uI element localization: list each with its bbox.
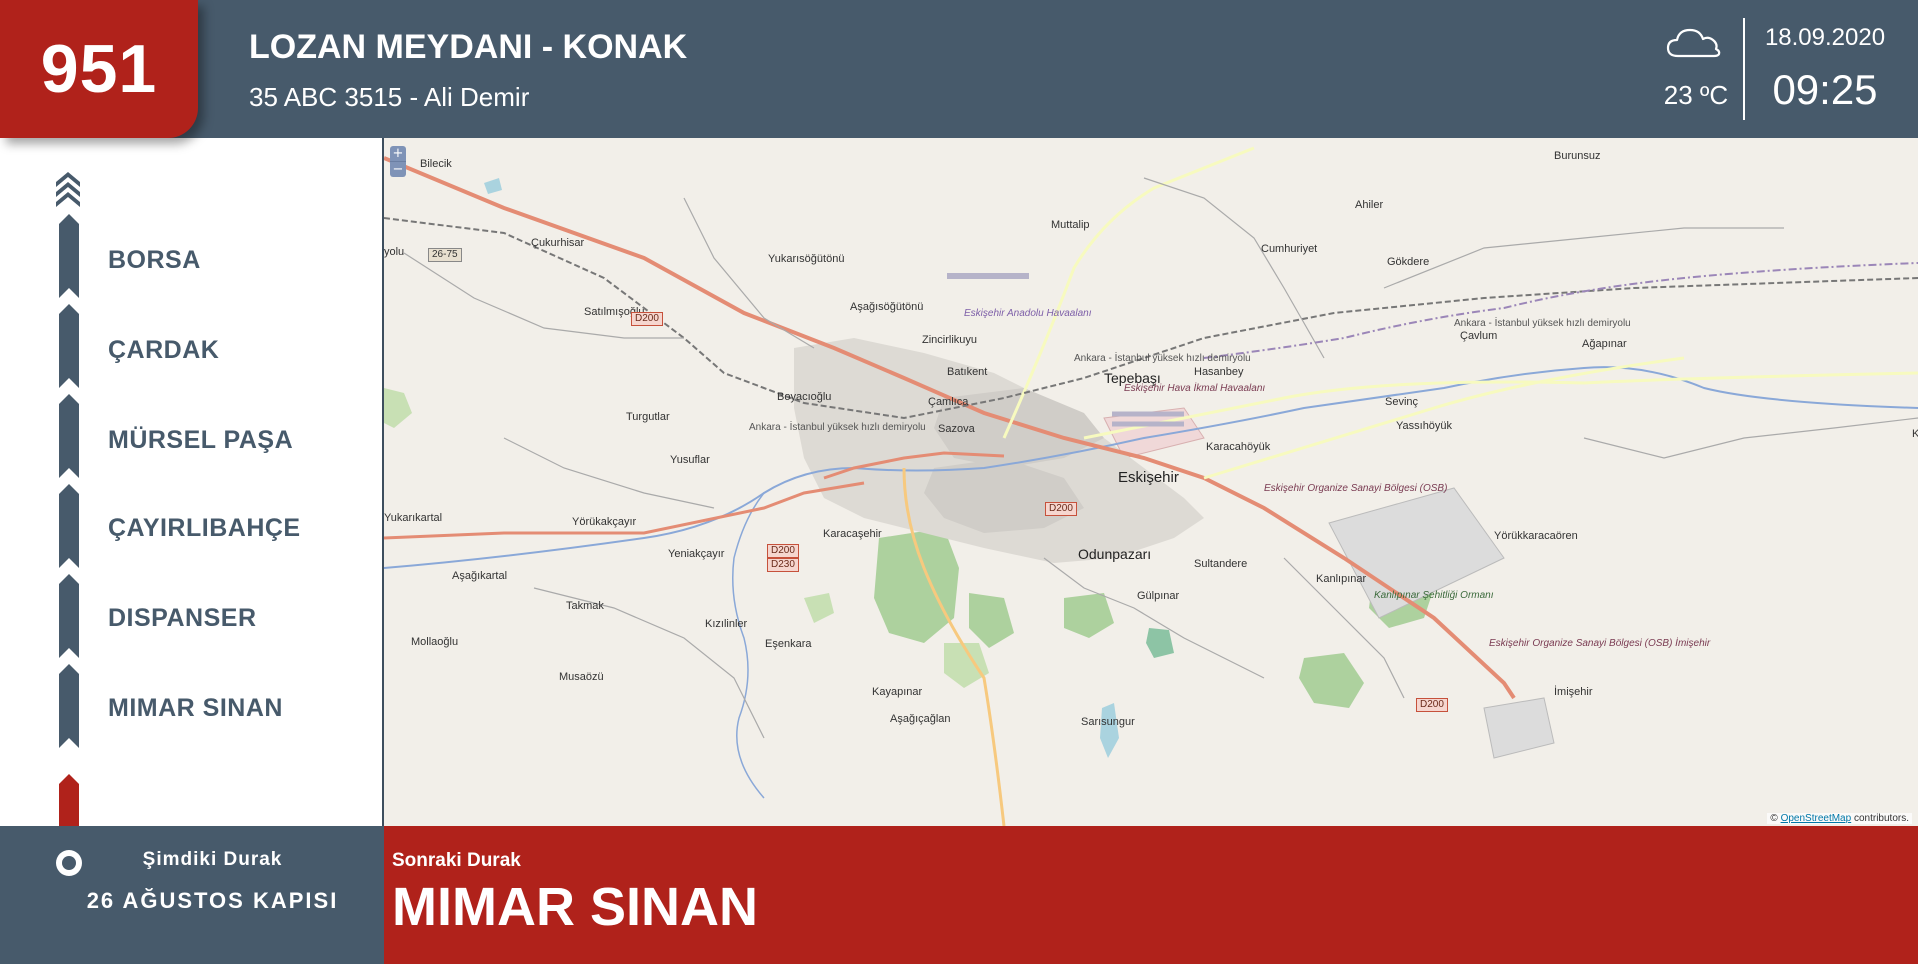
map-label-musaozu: Musaözü: [559, 671, 604, 683]
current-stop-label: Şimdiki Durak: [142, 849, 283, 870]
road-shield-d200: D200: [1416, 698, 1448, 712]
map-label-hasanbey: Hasanbey: [1194, 366, 1244, 378]
map-label-asagisogutonu: Aşağısöğütönü: [850, 301, 924, 313]
map-label-cukurhisar: Çukurhisar: [531, 237, 585, 249]
map-label-anadolu-airport: Eskişehir Anadolu Havaalanı: [964, 308, 1092, 319]
map-label-sazova: Sazova: [938, 423, 975, 435]
next-stop-name: MIMAR SINAN: [392, 877, 758, 937]
map-label-karacahoyuk: Karacahöyük: [1206, 441, 1271, 453]
road-shield-d200: D200: [767, 544, 799, 558]
attribution-prefix: ©: [1770, 813, 1778, 824]
map-label-camlica: Çamlıca: [928, 396, 969, 408]
road-shield-d230: D230: [767, 558, 799, 572]
zoom-out-button[interactable]: −: [390, 161, 406, 177]
stop-item-borsa: BORSA: [108, 246, 201, 274]
map-label-rail-1: Ankara - İstanbul yüksek hızlı demiryolu: [749, 422, 926, 433]
map-label-boyacioglu: Boyacıoğlu: [777, 391, 832, 403]
stop-item-dispanser: DISPANSER: [108, 604, 257, 632]
upcoming-stops-panel: BORSA ÇARDAK MÜRSEL PAŞA ÇAYIRLIBAHÇE DI…: [0, 138, 384, 826]
stop-item-cardak: ÇARDAK: [108, 336, 220, 364]
map-label-yukarisogutonu: Yukarısöğütönü: [768, 253, 845, 265]
time: 09:25: [1772, 66, 1878, 113]
map-label-osb: Eskişehir Organize Sanayi Bölgesi (OSB): [1264, 483, 1448, 494]
map-label-takmak: Takmak: [566, 600, 604, 612]
map-zoom-control[interactable]: + −: [390, 146, 406, 177]
map-label-turgutlar: Turgutlar: [626, 411, 670, 423]
header-bar: 951 LOZAN MEYDANI - KONAK 35 ABC 3515 - …: [0, 0, 1918, 138]
road-shield-d200: D200: [631, 312, 663, 326]
map-label-ahiler: Ahiler: [1355, 199, 1384, 211]
route-name: LOZAN MEYDANI - KONAK: [249, 28, 688, 66]
map-label-yassihoyuk: Yassıhöyük: [1396, 420, 1453, 432]
map-label-yorukkaraaoren: Yörükkaracaören: [1494, 530, 1578, 542]
map-label-odunpazari: Odunpazarı: [1078, 546, 1152, 562]
stop-item-cayirlibahce: ÇAYIRLIBAHÇE: [108, 514, 301, 542]
map-label-batikent: Batıkent: [947, 366, 988, 378]
map-label-bilecik: Bilecik: [420, 158, 452, 170]
stop-item-mursel-pasa: MÜRSEL PAŞA: [108, 426, 294, 454]
date: 18.09.2020: [1764, 24, 1886, 51]
stop-marker: [59, 304, 79, 388]
map-label-cumhuriyet: Cumhuriyet: [1261, 243, 1318, 255]
route-number-badge: 951: [0, 0, 198, 138]
stop-marker: [59, 664, 79, 748]
map-label-yorukakcayir: Yörükakçayır: [572, 516, 637, 528]
vehicle-info: 35 ABC 3515 - Ali Demir: [249, 82, 530, 112]
map-label-kayapinar: Kayapınar: [872, 686, 923, 698]
stop-marker: [59, 394, 79, 478]
map-label-zincirlikuyu: Zincirlikuyu: [922, 334, 978, 346]
cloud-icon: [1666, 28, 1721, 58]
osm-link[interactable]: OpenStreetMap: [1781, 813, 1852, 824]
temperature: 23 ºC: [1663, 80, 1729, 110]
map-label-asagikartal: Aşağıkartal: [452, 570, 508, 582]
current-stop-panel: Şimdiki Durak 26 AĞUSTOS KAPISI: [0, 826, 384, 964]
map-label-kizilinler: Kızılinler: [705, 618, 748, 630]
next-stop-panel: Sonraki Durak MIMAR SINAN: [384, 826, 1918, 964]
zoom-in-button[interactable]: +: [390, 146, 406, 161]
map-label-hava-ikmal: Eskişehir Hava İkmal Havaalanı: [1124, 383, 1266, 394]
map-label-eskisehir: Eskişehir: [1118, 469, 1179, 486]
stop-marker: [59, 574, 79, 658]
map-label-muttalip: Muttalip: [1051, 219, 1090, 231]
stop-item-mimar-sinan: MIMAR SINAN: [108, 694, 283, 722]
map-label-rail-3: Ankara - İstanbul yüksek hızlı demiryolu: [1454, 318, 1631, 329]
map-label-rail-2: Ankara - İstanbul yüksek hızlı demiryolu: [1074, 353, 1251, 364]
stop-marker: [59, 214, 79, 298]
map-label-esenkara: Eşenkara: [765, 638, 812, 650]
route-map[interactable]: + − Eskişehir Tepebaşı Odunpazarı Çukurh…: [384, 138, 1918, 826]
map-label-edge: K: [1912, 428, 1918, 440]
map-label-kanlipinar: Kanlıpınar: [1316, 573, 1367, 585]
map-label-asagicaglan: Aşağıçağlan: [890, 713, 951, 725]
next-stop-label: Sonraki Durak: [392, 850, 521, 871]
chevrons-up-icon: [56, 172, 80, 207]
map-label-burunsuz: Burunsuz: [1554, 150, 1601, 162]
map-label-kanlipinar-forest: Kanlıpınar Şehitliği Ormanı: [1374, 590, 1494, 601]
current-stop-name: 26 AĞUSTOS KAPISI: [86, 888, 339, 913]
map-label-yeniakcayir: Yeniakçayır: [668, 548, 725, 560]
map-attribution: © OpenStreetMap contributors.: [1767, 813, 1912, 824]
map-label-mollaoglu: Mollaoğlu: [411, 636, 459, 648]
route-number: 951: [40, 31, 158, 107]
map-label-yukarikartal: Yukarıkartal: [384, 512, 443, 524]
road-shield-d200: D200: [1045, 502, 1077, 516]
header-divider: [1743, 18, 1745, 120]
map-label-sultandere: Sultandere: [1194, 558, 1248, 570]
map-label-sevinc: Sevinç: [1385, 396, 1419, 408]
map-label-imisehir: İmişehir: [1554, 686, 1593, 698]
current-stop-marker: [59, 774, 79, 826]
stop-marker: [59, 484, 79, 568]
attribution-suffix: contributors.: [1851, 813, 1909, 824]
map-label-gulpinar: Gülpınar: [1137, 590, 1180, 602]
map-label-yusuflar: Yusuflar: [670, 454, 710, 466]
map-label-gokdere: Gökdere: [1387, 256, 1430, 268]
map-label-yolu: yolu: [384, 246, 405, 258]
map-label-cavlum: Çavlum: [1460, 330, 1498, 342]
map-label-karacasehir: Karacaşehir: [823, 528, 882, 540]
current-stop-icon: [56, 850, 82, 876]
road-shield-26-75: 26-75: [428, 248, 462, 262]
map-label-agapinar: Ağapınar: [1582, 338, 1627, 350]
map-label-sarisungur: Sarısungur: [1081, 716, 1135, 728]
map-label-osb-imisehir: Eskişehir Organize Sanayi Bölgesi (OSB) …: [1489, 638, 1711, 649]
